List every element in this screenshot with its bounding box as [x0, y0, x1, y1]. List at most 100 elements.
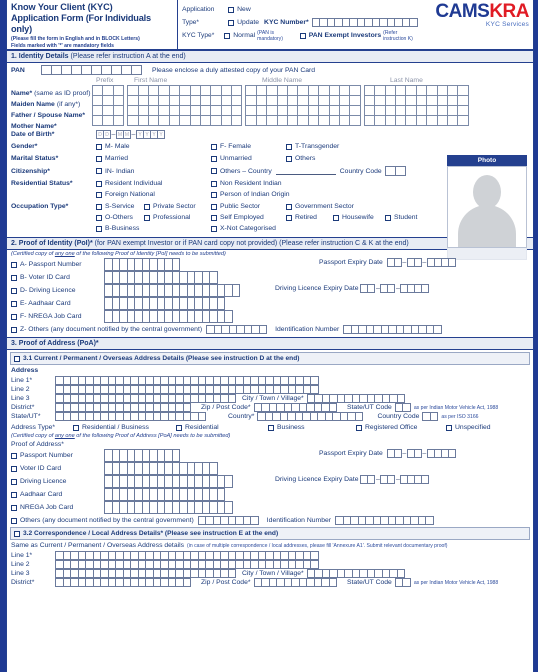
input-addr1-line1[interactable]	[55, 376, 319, 385]
comb-cell[interactable]	[421, 284, 430, 293]
grid-cell[interactable]	[112, 115, 125, 126]
input-poi-dl-expiry-day[interactable]	[360, 284, 376, 293]
checkbox-poa-0[interactable]	[11, 452, 17, 459]
comb-cell[interactable]	[310, 560, 319, 569]
input-addr2-line3[interactable]	[55, 569, 236, 578]
input-addr1-city[interactable]	[306, 394, 406, 403]
name-grid-row[interactable]	[245, 115, 361, 126]
input-addr2-zip[interactable]	[253, 578, 337, 587]
comb-cell[interactable]	[367, 284, 376, 293]
comb-cell[interactable]	[429, 412, 439, 421]
comb-cell[interactable]	[197, 412, 206, 421]
comb-cell[interactable]	[227, 394, 236, 403]
checkbox-occ-student[interactable]	[385, 214, 391, 221]
comb-cell[interactable]	[409, 18, 418, 27]
comb-cell[interactable]	[182, 403, 191, 412]
checkbox-resident-individual[interactable]	[96, 180, 102, 187]
input-addr1-zip[interactable]	[253, 403, 337, 412]
input-addr1-district[interactable]	[55, 403, 191, 412]
input-poa-passport-expiry-day[interactable]	[386, 449, 402, 458]
comb-cell[interactable]	[216, 488, 225, 501]
checkbox-occ-business[interactable]	[96, 225, 102, 232]
comb-cell[interactable]	[387, 284, 396, 293]
checkbox-poa-4[interactable]	[11, 504, 17, 511]
input-country-code[interactable]	[384, 166, 406, 176]
checkbox-subsection-3-1[interactable]	[14, 355, 20, 362]
grid-cell[interactable]	[457, 115, 469, 126]
comb-cell[interactable]	[131, 65, 142, 75]
comb-cell[interactable]	[447, 449, 456, 458]
comb-cell[interactable]	[182, 578, 191, 587]
checkbox-poa-others[interactable]	[11, 517, 17, 524]
comb-cell[interactable]	[224, 501, 233, 514]
comb-cell[interactable]	[310, 385, 319, 394]
input-poa-passport-expiry-month[interactable]	[406, 449, 422, 458]
checkbox-poa-1[interactable]	[11, 465, 17, 472]
checkbox-application-new[interactable]	[228, 6, 235, 13]
checkbox-marital-others[interactable]	[286, 155, 292, 162]
comb-cell[interactable]	[433, 325, 442, 334]
checkbox-occ-public-sector[interactable]	[211, 203, 217, 210]
comb-cell[interactable]: Y	[157, 130, 165, 139]
comb-cell[interactable]	[224, 475, 233, 488]
checkbox-marital-unmarried[interactable]	[211, 155, 217, 162]
comb-cell[interactable]	[227, 569, 236, 578]
input-pan[interactable]	[41, 65, 142, 75]
input-addr2-district[interactable]	[55, 578, 191, 587]
checkbox-occ-retired[interactable]	[286, 214, 292, 221]
input-addr2-city[interactable]	[306, 569, 406, 578]
input-addr2-line2[interactable]	[55, 560, 319, 569]
input-poi-2[interactable]	[104, 284, 240, 297]
input-dob-day[interactable]: DD	[96, 130, 111, 139]
comb-cell[interactable]	[209, 271, 218, 284]
comb-cell[interactable]	[393, 258, 402, 267]
photo-box[interactable]: Photo	[447, 155, 527, 260]
comb-cell[interactable]	[224, 310, 233, 323]
input-poi-passport-expiry-day[interactable]	[386, 258, 402, 267]
checkbox-gender-transgender[interactable]	[286, 143, 292, 150]
comb-cell[interactable]	[402, 578, 411, 587]
input-dob-month[interactable]: MM	[116, 130, 131, 139]
input-addr1-line2[interactable]	[55, 385, 319, 394]
comb-cell[interactable]	[394, 166, 406, 176]
input-poa-dl-expiry-year[interactable]	[400, 475, 430, 484]
comb-cell[interactable]	[413, 258, 422, 267]
comb-cell[interactable]	[328, 578, 337, 587]
checkbox-person-indian-origin[interactable]	[211, 191, 217, 198]
name-grid-row[interactable]	[363, 115, 469, 126]
comb-cell[interactable]	[209, 462, 218, 475]
checkbox-poi-3[interactable]	[11, 300, 17, 307]
input-poi-dl-expiry-month[interactable]	[380, 284, 396, 293]
checkbox-occ-professional[interactable]	[144, 214, 150, 221]
input-addr2-stateut-code[interactable]	[394, 578, 411, 587]
input-poa-2[interactable]	[104, 475, 233, 488]
checkbox-occ-service[interactable]	[96, 203, 102, 210]
checkbox-occ-self-employed[interactable]	[211, 214, 217, 221]
comb-cell[interactable]	[396, 569, 406, 578]
checkbox-addrtype-residential-business[interactable]	[73, 424, 79, 431]
checkbox-poi-others[interactable]	[11, 326, 17, 333]
input-poi-others[interactable]	[206, 325, 268, 334]
checkbox-kyc-normal[interactable]	[224, 32, 231, 39]
input-poa-1[interactable]	[104, 462, 218, 475]
comb-cell[interactable]	[425, 516, 434, 525]
comb-cell[interactable]	[328, 403, 337, 412]
comb-cell[interactable]	[231, 284, 240, 297]
checkbox-poa-2[interactable]	[11, 478, 17, 485]
checkbox-citizenship-others[interactable]	[211, 168, 217, 174]
input-dob-year[interactable]: YYYY	[136, 130, 165, 139]
input-addr1-stateut[interactable]	[55, 412, 206, 421]
input-poi-0[interactable]	[104, 258, 180, 271]
input-addr2-line1[interactable]	[55, 551, 319, 560]
comb-cell[interactable]	[367, 475, 376, 484]
checkbox-occ-private-sector[interactable]	[144, 203, 150, 210]
input-addr1-country-code[interactable]	[422, 412, 439, 421]
input-poi-1[interactable]	[104, 271, 218, 284]
comb-cell[interactable]	[402, 403, 411, 412]
comb-cell[interactable]	[396, 394, 406, 403]
input-kyc-number[interactable]	[311, 18, 418, 27]
checkbox-gender-male[interactable]	[96, 143, 102, 150]
input-poa-4[interactable]	[104, 501, 233, 514]
input-poi-passport-expiry-year[interactable]	[426, 258, 456, 267]
checkbox-occ-government-sector[interactable]	[286, 203, 292, 210]
